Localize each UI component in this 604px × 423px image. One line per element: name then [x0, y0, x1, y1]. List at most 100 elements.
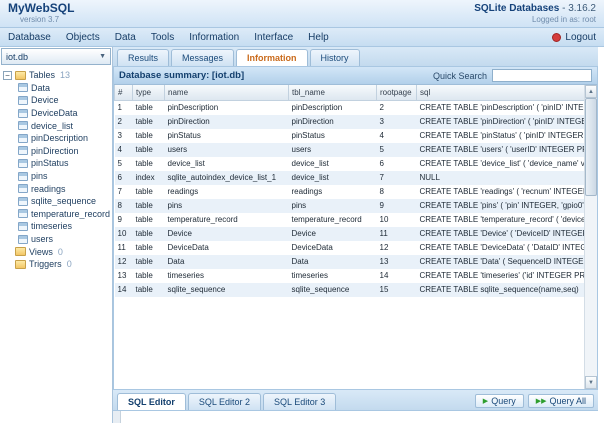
sidebar-table-item[interactable]: DeviceData: [3, 107, 112, 120]
cell-rootpage: 15: [377, 283, 417, 297]
table-row[interactable]: 8 table pins pins 9 CREATE TABLE 'pins' …: [115, 199, 585, 213]
menu-item[interactable]: Interface: [254, 32, 293, 43]
menu-item[interactable]: Objects: [66, 32, 100, 43]
table-row[interactable]: 9 table temperature_record temperature_r…: [115, 213, 585, 227]
cell-rownum: 1: [115, 100, 133, 115]
tab-sql-editor-1[interactable]: SQL Editor: [117, 393, 186, 410]
app-header: MyWebSQL version 3.7 SQLite Databases - …: [0, 0, 604, 28]
sidebar-table-item[interactable]: Device: [3, 94, 112, 107]
tab-sql-editor-3[interactable]: SQL Editor 3: [263, 393, 336, 410]
tab-messages[interactable]: Messages: [171, 49, 234, 66]
table-row[interactable]: 6 index sqlite_autoindex_device_list_1 d…: [115, 171, 585, 185]
tab-sql-editor-2[interactable]: SQL Editor 2: [188, 393, 261, 410]
logout-button[interactable]: Logout: [552, 32, 596, 43]
summary-bar: Database summary: [iot.db] Quick Search: [114, 67, 597, 85]
table-row[interactable]: 1 table pinDescription pinDescription 2 …: [115, 100, 585, 115]
table-row[interactable]: 10 table Device Device 11 CREATE TABLE '…: [115, 227, 585, 241]
sidebar-table-item[interactable]: pins: [3, 170, 112, 183]
cell-rootpage: 10: [377, 213, 417, 227]
sidebar-table-item[interactable]: pinStatus: [3, 157, 112, 170]
cell-rownum: 14: [115, 283, 133, 297]
cell-rownum: 4: [115, 143, 133, 157]
query-all-button[interactable]: ▶▶ Query All: [528, 394, 594, 408]
app-version: version 3.7: [20, 14, 74, 25]
cell-sql: CREATE TABLE 'Device' ( 'DeviceID' INTEG…: [417, 227, 585, 241]
sidebar-section-views[interactable]: Views 0: [3, 245, 112, 258]
menu-item[interactable]: Tools: [151, 32, 174, 43]
column-header[interactable]: name: [165, 85, 289, 100]
sidebar-table-item[interactable]: users: [3, 233, 112, 246]
menu-item[interactable]: Help: [308, 32, 329, 43]
tables-count: 13: [60, 70, 70, 80]
tab-history-label: History: [321, 53, 349, 63]
cell-rootpage: 13: [377, 255, 417, 269]
mywebsql-app: MyWebSQL version 3.7 SQLite Databases - …: [0, 0, 604, 423]
sidebar-section-tables[interactable]: − Tables 13: [3, 69, 112, 82]
column-header[interactable]: rootpage: [377, 85, 417, 100]
sidebar-table-item[interactable]: readings: [3, 182, 112, 195]
sidebar-table-item[interactable]: device_list: [3, 119, 112, 132]
table-row[interactable]: 12 table Data Data 13 CREATE TABLE 'Data…: [115, 255, 585, 269]
table-name: pinDescription: [31, 133, 88, 143]
tables-section-label: Tables: [29, 70, 55, 80]
table-row[interactable]: 14 table sqlite_sequence sqlite_sequence…: [115, 283, 585, 297]
menu-item[interactable]: Database: [8, 32, 51, 43]
cell-type: table: [133, 241, 165, 255]
table-row[interactable]: 4 table users users 5 CREATE TABLE 'user…: [115, 143, 585, 157]
vertical-scrollbar[interactable]: ▲ ▼: [584, 85, 597, 389]
column-header[interactable]: type: [133, 85, 165, 100]
cell-rootpage: 14: [377, 269, 417, 283]
cell-tbl-name: pinDirection: [289, 115, 377, 129]
table-name: sqlite_sequence: [31, 196, 96, 206]
tab-sql-editor-1-label: SQL Editor: [128, 397, 175, 407]
tab-results[interactable]: Results: [117, 49, 169, 66]
sidebar-table-item[interactable]: temperature_record: [3, 208, 112, 221]
views-count: 0: [58, 247, 63, 257]
scroll-up-icon[interactable]: ▲: [585, 85, 597, 98]
cell-rootpage: 6: [377, 157, 417, 171]
database-selector[interactable]: iot.db ▼: [1, 48, 111, 65]
server-label: SQLite Databases: [474, 3, 559, 14]
cell-sql: CREATE TABLE 'pinDirection' ( 'pinID' IN…: [417, 115, 585, 129]
quick-search-input[interactable]: [492, 69, 592, 82]
column-header[interactable]: #: [115, 85, 133, 100]
cell-type: index: [133, 171, 165, 185]
table-row[interactable]: 3 table pinStatus pinStatus 4 CREATE TAB…: [115, 129, 585, 143]
sidebar-table-item[interactable]: pinDescription: [3, 132, 112, 145]
editor-gutter: [113, 411, 121, 423]
query-button[interactable]: ▶ Query: [475, 394, 524, 408]
table-row[interactable]: 11 table DeviceData DeviceData 12 CREATE…: [115, 241, 585, 255]
sql-editor-input[interactable]: [113, 410, 598, 423]
sidebar-table-item[interactable]: timeseries: [3, 220, 112, 233]
table-row[interactable]: 5 table device_list device_list 6 CREATE…: [115, 157, 585, 171]
cell-tbl-name: timeseries: [289, 269, 377, 283]
collapse-icon[interactable]: −: [3, 71, 12, 80]
tab-information[interactable]: Information: [236, 49, 308, 66]
folder-icon: [15, 247, 26, 256]
sidebar-section-triggers[interactable]: Triggers 0: [3, 258, 112, 271]
cell-rootpage: 8: [377, 185, 417, 199]
menu-item[interactable]: Data: [115, 32, 136, 43]
table-icon: [18, 184, 28, 193]
table-row[interactable]: 2 table pinDirection pinDirection 3 CREA…: [115, 115, 585, 129]
column-header[interactable]: sql: [417, 85, 585, 100]
main-area: Results Messages Information History Dat…: [113, 47, 604, 423]
table-row[interactable]: 13 table timeseries timeseries 14 CREATE…: [115, 269, 585, 283]
sidebar-table-item[interactable]: sqlite_sequence: [3, 195, 112, 208]
app-name: MyWebSQL: [8, 3, 74, 14]
cell-tbl-name: readings: [289, 185, 377, 199]
sidebar-table-item[interactable]: pinDirection: [3, 145, 112, 158]
scroll-down-icon[interactable]: ▼: [585, 376, 597, 389]
table-row[interactable]: 7 table readings readings 8 CREATE TABLE…: [115, 185, 585, 199]
tab-history[interactable]: History: [310, 49, 360, 66]
play-icon: ▶: [483, 397, 488, 405]
column-header[interactable]: tbl_name: [289, 85, 377, 100]
menu-item[interactable]: Information: [189, 32, 239, 43]
scrollbar-thumb[interactable]: [585, 98, 597, 196]
cell-tbl-name: pins: [289, 199, 377, 213]
sidebar-table-item[interactable]: Data: [3, 82, 112, 95]
cell-name: users: [165, 143, 289, 157]
cell-type: table: [133, 100, 165, 115]
cell-name: sqlite_autoindex_device_list_1: [165, 171, 289, 185]
table-name: Data: [31, 83, 50, 93]
